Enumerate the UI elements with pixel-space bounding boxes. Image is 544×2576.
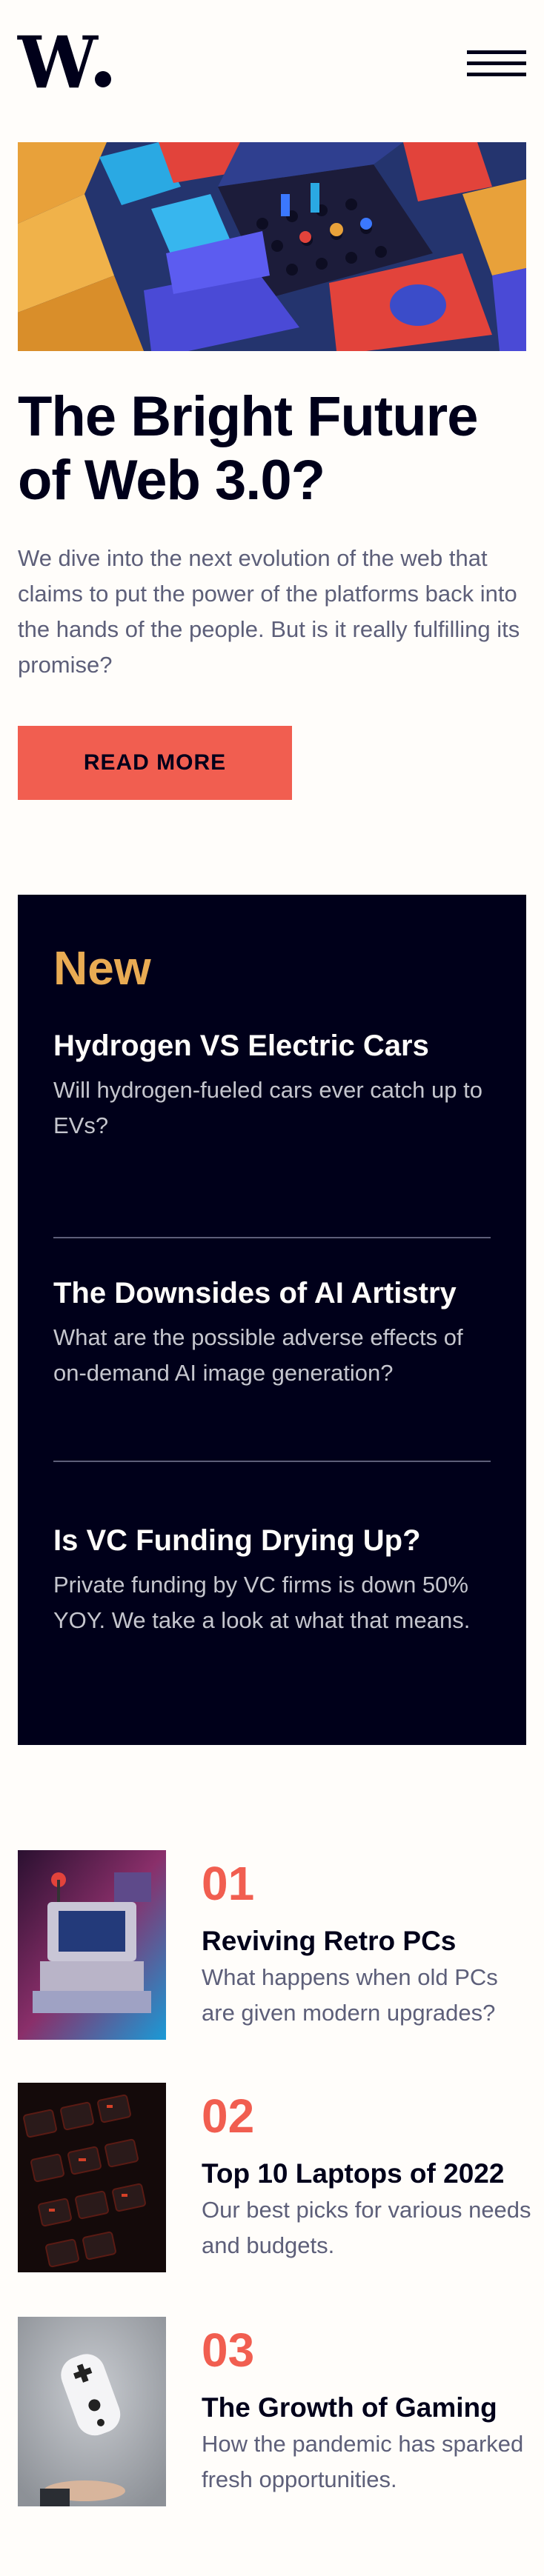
list-item-number: 02	[202, 2089, 255, 2143]
menu-bar	[467, 61, 526, 65]
retro-pc-image	[18, 1850, 166, 2040]
list-item-description: How the pandemic has sparked fresh oppor…	[202, 2431, 524, 2492]
logo-dot	[94, 71, 111, 87]
news-item-description: What are the possible adverse effects of…	[53, 1324, 463, 1386]
laptop-keyboard-image	[18, 2083, 166, 2272]
list-item-title[interactable]: The Growth of Gaming	[202, 2391, 497, 2425]
gaming-controller-image	[18, 2317, 166, 2506]
list-item-description: What happens when old PCs are given mode…	[202, 1964, 498, 2026]
hero-title: The Bright Future of Web 3.0?	[18, 385, 479, 512]
list-item: 03 The Growth of Gaming How the pandemic…	[18, 2317, 529, 2506]
news-item[interactable]: Is VC Funding Drying Up? Private funding…	[53, 1521, 491, 1638]
gaming-controller-thumbnail[interactable]	[18, 2317, 166, 2506]
list-item-number: 03	[202, 2323, 255, 2377]
site-logo[interactable]: W	[18, 27, 111, 99]
news-item-title[interactable]: Is VC Funding Drying Up?	[53, 1521, 491, 1560]
hero-image	[18, 142, 526, 351]
list-item-title[interactable]: Reviving Retro PCs	[202, 1924, 456, 1958]
read-more-button[interactable]: READ MORE	[18, 726, 292, 800]
retro-pc-thumbnail[interactable]	[18, 1850, 166, 2040]
menu-bar	[467, 73, 526, 76]
news-item-title[interactable]: Hydrogen VS Electric Cars	[53, 1027, 491, 1065]
news-item-description: Private funding by VC firms is down 50% …	[53, 1572, 471, 1633]
list-item: 01 Reviving Retro PCs What happens when …	[18, 1850, 529, 2040]
news-item-title[interactable]: The Downsides of AI Artistry	[53, 1274, 491, 1312]
list-item-description: Our best picks for various needs and bud…	[202, 2197, 531, 2258]
divider	[53, 1461, 491, 1462]
new-section-heading: New	[53, 941, 151, 995]
hamburger-menu-icon[interactable]	[467, 50, 526, 77]
news-item-description: Will hydrogen-fueled cars ever catch up …	[53, 1077, 482, 1138]
logo-text: W	[18, 21, 98, 104]
list-item-number: 01	[202, 1857, 255, 1910]
laptop-keyboard-thumbnail[interactable]	[18, 2083, 166, 2272]
hero-illustration	[18, 142, 526, 351]
menu-bar	[467, 50, 526, 54]
site-header: W	[18, 27, 526, 99]
divider	[53, 1237, 491, 1238]
news-item[interactable]: The Downsides of AI Artistry What are th…	[53, 1274, 491, 1391]
hero-description: We dive into the next evolution of the w…	[18, 545, 520, 678]
list-item: 02 Top 10 Laptops of 2022 Our best picks…	[18, 2083, 531, 2272]
news-item[interactable]: Hydrogen VS Electric Cars Will hydrogen-…	[53, 1027, 491, 1144]
new-section: New Hydrogen VS Electric Cars Will hydro…	[18, 895, 526, 1745]
list-item-title[interactable]: Top 10 Laptops of 2022	[202, 2157, 504, 2191]
